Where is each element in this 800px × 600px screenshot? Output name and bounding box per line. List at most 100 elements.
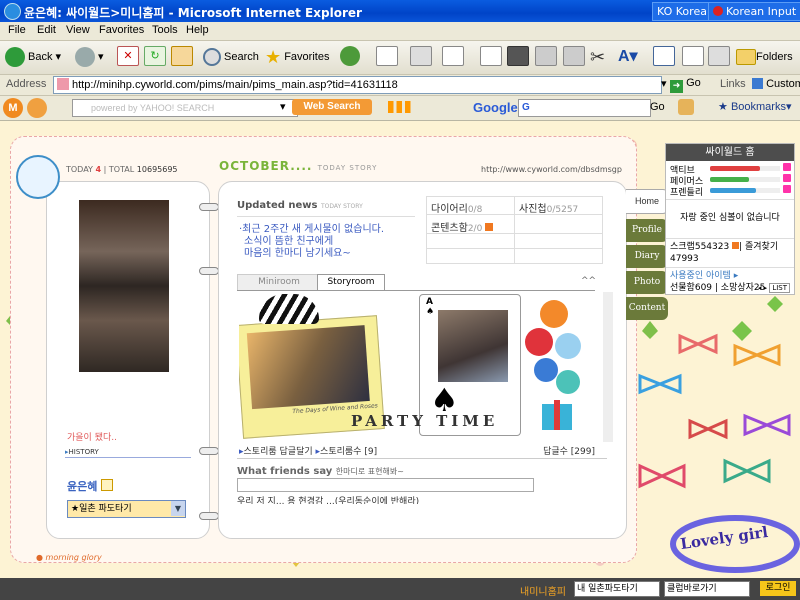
balloons [525, 300, 581, 430]
dropdown-arrow-icon[interactable]: ▼ [171, 501, 185, 516]
yahoo-dropdown-icon[interactable]: ▾ [280, 100, 286, 113]
tab-underline [237, 290, 595, 291]
search-icon [203, 48, 221, 67]
page-icon[interactable] [682, 46, 704, 66]
go-button[interactable]: ➜ Go [670, 77, 701, 93]
cyworld-sidebar: 싸이월드 홈 액티브 페이머스 프렌들리 자랑 중인 심볼이 없습니다 스크랩5… [665, 143, 795, 295]
stop-icon[interactable]: ✕ [117, 46, 139, 66]
character-icon [16, 155, 60, 199]
photo-stat[interactable]: 사진첩0/5257 [519, 200, 578, 215]
comment-input[interactable] [237, 478, 534, 492]
meter-famous-fill [710, 177, 749, 182]
meter-friendly-label: 프렌들리 [670, 188, 704, 198]
menu-favorites[interactable]: Favorites [99, 24, 144, 36]
menu-edit[interactable]: Edit [37, 24, 56, 36]
up-arrow-icon[interactable] [27, 98, 47, 118]
stats-divider [514, 197, 515, 263]
what-friends-title: What friends say 한마디로 표현해봐~ [237, 466, 404, 477]
content-stat[interactable]: 콘텐츠함2/0 [431, 219, 494, 234]
home-icon[interactable] [171, 46, 193, 66]
wave-select[interactable]: 내 일촌파도타기 [574, 581, 660, 597]
menu-help[interactable]: Help [186, 24, 209, 36]
search-button[interactable]: Search [203, 46, 259, 68]
messenger-icon[interactable] [507, 46, 529, 66]
storyroom-image: The Days of Wine and Roses A ♠ ♠ PARTY TI… [239, 294, 584, 442]
mail-icon[interactable] [376, 46, 398, 66]
login-button[interactable]: 로그인 [760, 581, 796, 596]
ie-logo-icon [4, 3, 21, 20]
binder-ring [199, 512, 219, 520]
owner-name: 윤은혜 [67, 478, 114, 494]
back-arrow-icon [5, 47, 25, 68]
menu-view[interactable]: View [66, 24, 90, 36]
tab-miniroom[interactable]: Miniroom [237, 274, 321, 291]
title-bar: 윤은혜: 싸이월드>미니홈피 - Microsoft Internet Expl… [0, 0, 800, 22]
forward-button[interactable]: ▾ [75, 46, 104, 68]
friend-comment: 우리 저 지... 용 현경감 ...(우리동순이에 반해라) [237, 497, 420, 504]
menu-file[interactable]: File [8, 24, 26, 36]
signal-bars-icon [388, 101, 416, 113]
history-icon[interactable] [340, 46, 360, 66]
tab-content[interactable]: Content [626, 297, 668, 320]
discuss-icon[interactable] [480, 46, 502, 66]
left-page: 가을이 됐다.. ▸HISTORY 윤은혜 ★일촌 파도타기 ▼ [46, 181, 210, 539]
items-in-use-link[interactable]: 사용중인 아이템 ▸ [670, 270, 790, 282]
collapse-icon[interactable]: ^^ [581, 276, 596, 286]
new-badge-icon [732, 242, 740, 249]
cut-icon[interactable]: ✂ [590, 46, 605, 68]
print-icon[interactable] [410, 46, 432, 66]
diary-stat[interactable]: 다이어리0/8 [431, 200, 482, 215]
club-select[interactable]: 클럽바로가기 [664, 581, 750, 597]
party-time-title: PARTY TIME [351, 412, 499, 430]
web-search-button[interactable]: Web Search [292, 99, 372, 115]
research-icon[interactable] [535, 46, 557, 66]
ime-indicator[interactable]: Korean Input Syst [708, 2, 800, 21]
address-dropdown-icon[interactable]: ▾ [661, 77, 667, 90]
favorites-star-icon: ★ [265, 47, 282, 68]
my-minihompy-link[interactable]: 내미니홈피 [520, 583, 566, 598]
stats-table: 다이어리0/8 사진첩0/5257 콘텐츠함2/0 [426, 196, 603, 264]
links-button[interactable]: Links [720, 78, 746, 90]
google-search-input[interactable]: G [518, 99, 651, 117]
sidebar-pager[interactable]: ◂ ▸ LIST [758, 283, 790, 293]
menu-tools[interactable]: Tools [152, 24, 178, 36]
binder-ring [199, 447, 219, 455]
meter-friendly-fill [710, 188, 756, 193]
updated-news-title: Updated news TODAY STORY [237, 200, 363, 211]
tab-home[interactable]: Home [626, 189, 669, 214]
storyroom-scrollbar[interactable] [603, 292, 613, 442]
hat-decoration [259, 294, 319, 324]
tab-profile[interactable]: Profile [626, 219, 668, 242]
tab-diary[interactable]: Diary [626, 245, 668, 268]
google-go-button[interactable]: Go [650, 101, 665, 113]
tab-photo[interactable]: Photo [626, 271, 668, 294]
wave-dropdown[interactable]: ★일촌 파도타기 [67, 500, 186, 518]
google-logo: Google [473, 100, 518, 115]
address-field[interactable]: http://minihp.cyworld.com/pims/main/pims… [53, 76, 662, 94]
storyroom-reply-link[interactable]: 스토리룸 답글달기 [244, 447, 313, 457]
history-link[interactable]: ▸HISTORY [65, 448, 191, 458]
copy-icon[interactable] [563, 46, 585, 66]
folders-button[interactable]: Folders [736, 46, 793, 68]
refresh-icon[interactable]: ↻ [144, 46, 166, 66]
search-toolbar: M powered by YAHOO! SEARCH ▾ Web Search … [0, 96, 800, 121]
font-size-icon[interactable]: A▾ [618, 46, 638, 68]
plus-icon[interactable] [783, 174, 791, 182]
yahoo-search-input[interactable]: powered by YAHOO! SEARCH [72, 99, 298, 117]
favorites-button[interactable]: ★ Favorites [265, 46, 329, 68]
customize-links[interactable]: Customiz [752, 78, 800, 90]
plus-icon[interactable] [783, 185, 791, 193]
bookmarks-button[interactable]: ★ Bookmarks▾ [718, 100, 792, 113]
google-options-icon[interactable] [678, 99, 694, 115]
clipboard-icon[interactable] [708, 46, 730, 66]
diary-book: TODAY 4 | TOTAL 10695695 OCTOBER.... TOD… [10, 136, 669, 563]
tab-storyroom[interactable]: Storyroom [317, 274, 385, 290]
bookmark-star-icon: ★ [718, 101, 728, 113]
edit-icon[interactable] [442, 46, 464, 66]
m-logo-icon[interactable]: M [3, 98, 23, 118]
window-icon[interactable] [653, 46, 675, 66]
plus-icon[interactable] [783, 163, 791, 171]
profile-caption: 가을이 됐다.. [67, 433, 117, 443]
back-button[interactable]: Back ▾ [5, 46, 61, 68]
card-corner: A ♠ [426, 297, 435, 317]
